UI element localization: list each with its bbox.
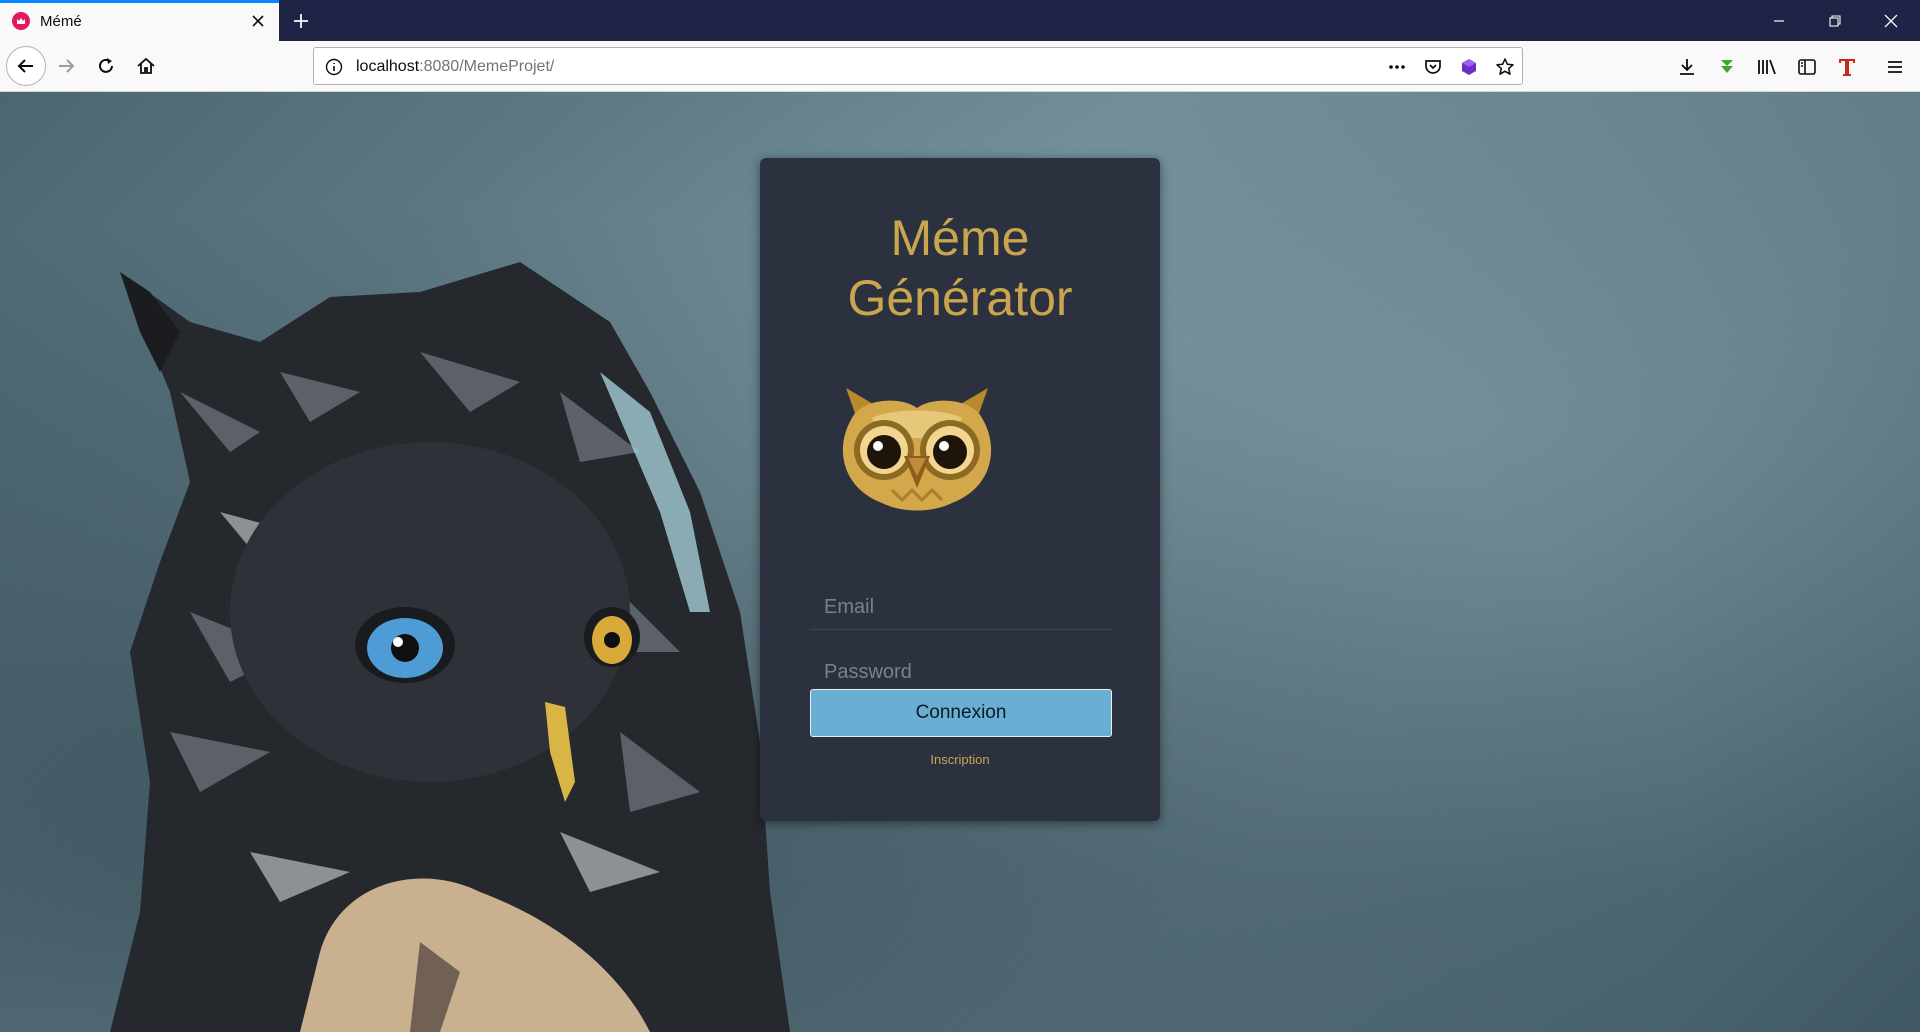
- tab-strip: Mémé: [0, 0, 1920, 41]
- info-icon[interactable]: [324, 57, 344, 77]
- reload-icon[interactable]: [88, 48, 124, 84]
- url-bar[interactable]: localhost:8080/MemeProjet/: [313, 47, 1523, 85]
- home-icon[interactable]: [128, 48, 164, 84]
- register-link[interactable]: Inscription: [760, 752, 1160, 767]
- library-icon[interactable]: [1754, 54, 1780, 80]
- star-icon[interactable]: [1494, 56, 1516, 78]
- navigation-toolbar: localhost:8080/MemeProjet/: [0, 41, 1920, 92]
- login-button[interactable]: Connexion: [810, 689, 1112, 737]
- app-title: Méme Générator: [760, 208, 1160, 328]
- download-icon[interactable]: [1674, 54, 1700, 80]
- close-window-icon[interactable]: [1863, 0, 1919, 41]
- url-text[interactable]: localhost:8080/MemeProjet/: [356, 58, 554, 76]
- minimize-icon[interactable]: [1751, 0, 1807, 41]
- url-path: :8080/MemeProjet/: [419, 58, 555, 75]
- purple-cube-icon[interactable]: [1458, 56, 1480, 78]
- app-title-line1: Méme: [890, 210, 1030, 266]
- green-arrow-icon[interactable]: [1714, 54, 1740, 80]
- url-host: localhost: [356, 58, 420, 75]
- tab-title: Mémé: [40, 13, 82, 30]
- more-dots-icon[interactable]: [1386, 56, 1408, 78]
- meme-favicon-icon: [12, 12, 30, 30]
- hamburger-menu-icon[interactable]: [1882, 54, 1908, 80]
- red-t-icon[interactable]: [1834, 54, 1860, 80]
- page-content: Méme Générator Connexi: [0, 92, 1920, 1032]
- restore-icon[interactable]: [1807, 0, 1863, 41]
- app-title-line2: Générator: [847, 270, 1073, 326]
- sidebar-icon[interactable]: [1794, 54, 1820, 80]
- forward-arrow-icon[interactable]: [48, 48, 84, 84]
- tab-meme[interactable]: Mémé: [0, 0, 279, 41]
- login-card: Méme Générator Connexi: [760, 158, 1160, 821]
- owl-logo-icon: [842, 388, 992, 511]
- email-field[interactable]: [810, 586, 1112, 630]
- plus-icon[interactable]: [288, 8, 314, 34]
- owl-background-illustration: [110, 262, 790, 1032]
- pocket-icon[interactable]: [1422, 56, 1444, 78]
- back-arrow-icon[interactable]: [6, 46, 46, 86]
- close-icon[interactable]: [246, 9, 270, 33]
